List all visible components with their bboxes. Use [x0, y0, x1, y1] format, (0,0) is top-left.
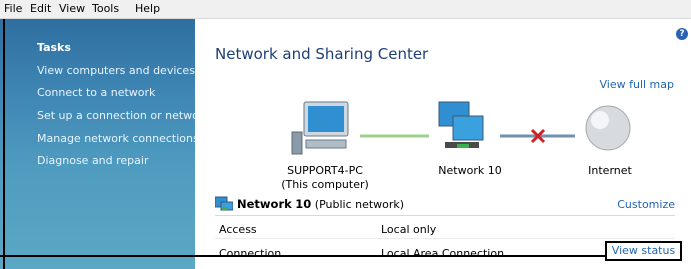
- sidebar-item-diagnose-repair[interactable]: Diagnose and repair: [37, 154, 149, 167]
- tasks-heading: Tasks: [37, 41, 71, 54]
- network-small-icon: [215, 196, 233, 211]
- menu-tools[interactable]: Tools: [92, 2, 119, 15]
- sidebar-item-connect-network[interactable]: Connect to a network: [37, 86, 155, 99]
- network-icon: [438, 101, 484, 148]
- network-details-header: Network 10 (Public network) Customize: [215, 194, 675, 214]
- page-title: Network and Sharing Center: [215, 45, 429, 63]
- internet-node-label: Internet: [588, 164, 632, 177]
- view-full-map-link[interactable]: View full map: [600, 78, 675, 91]
- network-node-label: Network 10: [438, 164, 502, 177]
- sidebar-item-view-computers[interactable]: View computers and devices: [37, 64, 195, 77]
- connection-value: Local Area Connection: [381, 247, 505, 260]
- sidebar-item-setup-connection[interactable]: Set up a connection or network: [37, 109, 210, 122]
- network-map: [291, 101, 631, 155]
- menu-view[interactable]: View: [59, 2, 85, 15]
- computer-note: (This computer): [281, 178, 369, 191]
- network-type: (Public network): [314, 198, 405, 211]
- separator: [215, 215, 675, 216]
- separator: [215, 238, 675, 239]
- callout-line: [0, 255, 606, 257]
- computer-icon: [291, 101, 349, 155]
- frame-border: [3, 19, 5, 269]
- network-name: Network: [237, 197, 292, 211]
- computer-node-label: SUPPORT4-PC (This computer): [265, 164, 385, 192]
- menu-help[interactable]: Help: [135, 2, 160, 15]
- view-status-link[interactable]: View status: [605, 241, 682, 261]
- main-panel: ? Network and Sharing Center View full m…: [195, 19, 691, 269]
- tasks-sidebar: Tasks View computers and devices Connect…: [0, 19, 210, 269]
- menu-bar: File Edit View Tools Help: [0, 0, 691, 19]
- network-name-line: Network 10 (Public network): [237, 197, 404, 211]
- internet-globe-icon: [585, 105, 631, 151]
- customize-link[interactable]: Customize: [617, 198, 675, 211]
- sidebar-item-manage-connections[interactable]: Manage network connections: [37, 132, 199, 145]
- computer-name: SUPPORT4-PC: [287, 164, 363, 177]
- menu-edit[interactable]: Edit: [30, 2, 51, 15]
- access-value: Local only: [381, 223, 437, 236]
- help-icon[interactable]: ?: [676, 28, 688, 40]
- access-label: Access: [219, 223, 257, 236]
- connection-label: Connection: [219, 247, 282, 260]
- network-number: 10: [295, 197, 312, 211]
- menu-file[interactable]: File: [4, 2, 22, 15]
